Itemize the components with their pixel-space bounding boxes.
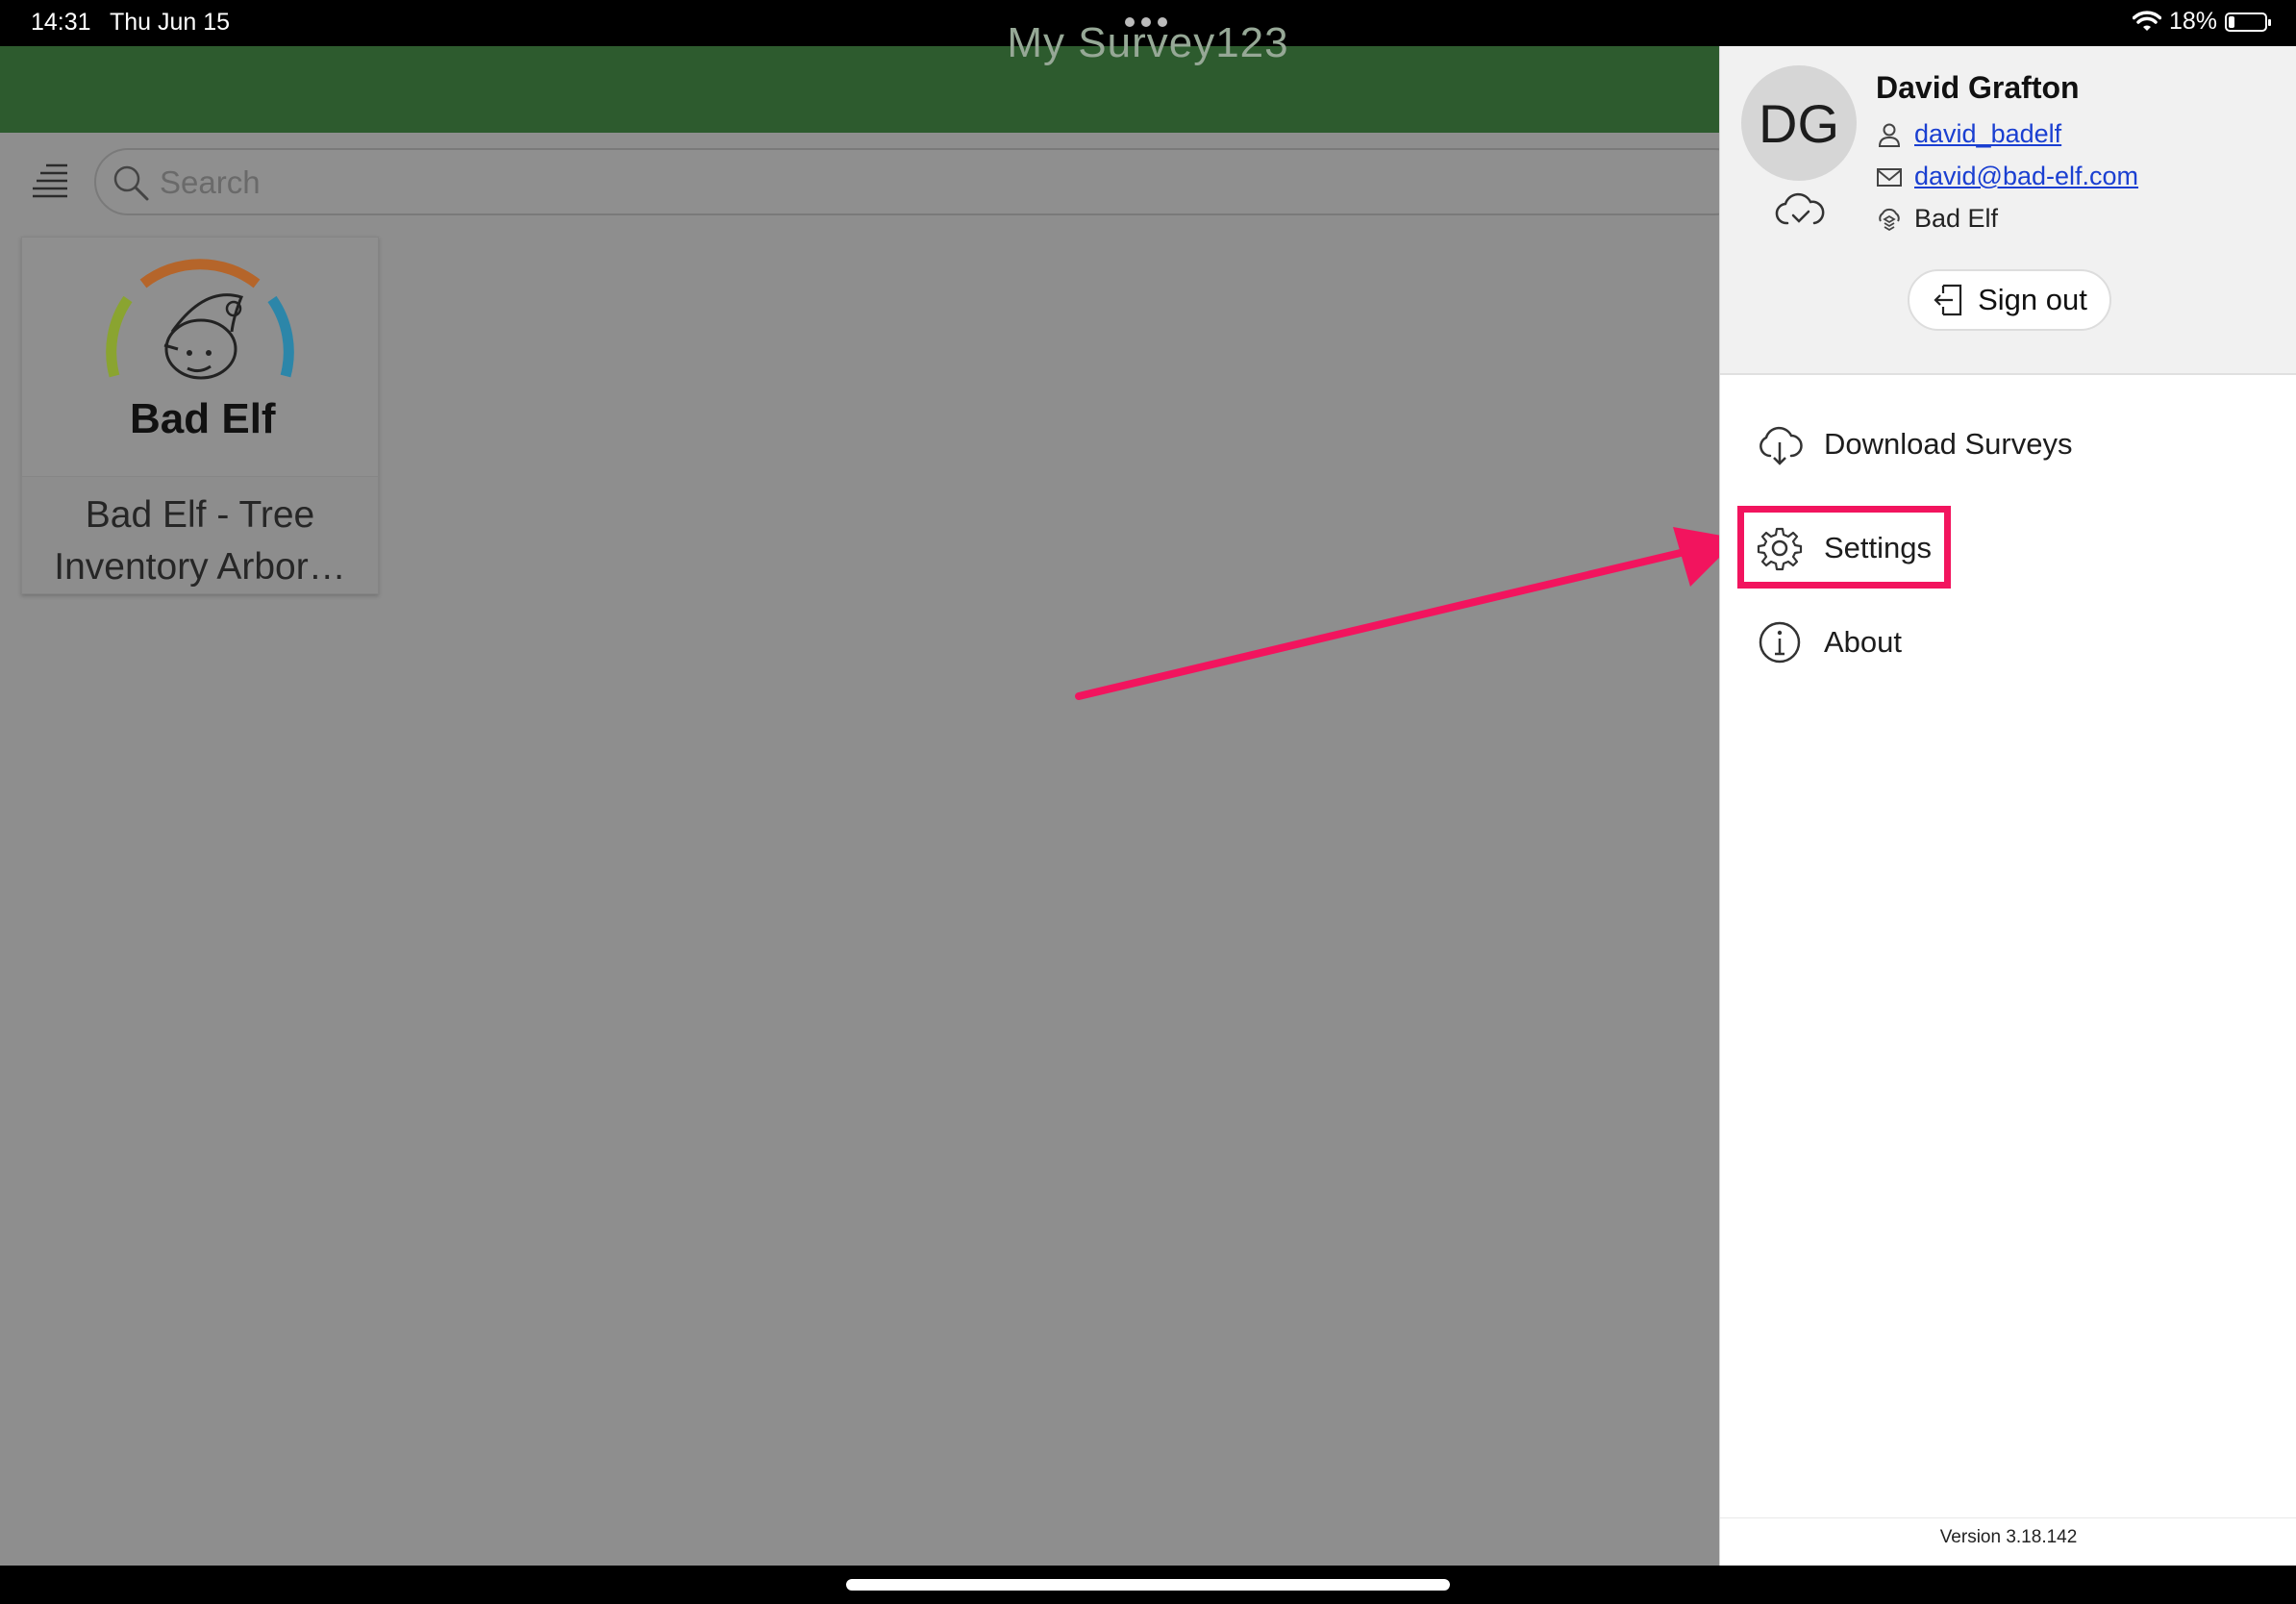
bad-elf-logo-icon [106, 259, 294, 380]
mail-icon [1877, 167, 1902, 187]
avatar[interactable]: DG [1741, 65, 1857, 181]
organization-icon [1879, 208, 1900, 231]
email-link[interactable]: david@bad-elf.com [1914, 162, 2138, 191]
survey-title-line1: Bad Elf - Tree [85, 494, 315, 536]
profile-section: DG David Grafton david_badelf david@bad-… [1720, 46, 2296, 375]
search-input[interactable]: Search [94, 148, 1748, 215]
version-label: Version 3.18.142 [1720, 1517, 2296, 1566]
username-row: david_badelf [1876, 119, 2061, 149]
sign-out-label: Sign out [1978, 283, 2087, 316]
info-icon [1759, 621, 1801, 664]
menu-download-surveys[interactable]: Download Surveys [1757, 421, 2072, 467]
logo-wordmark: Bad Elf [130, 395, 276, 442]
menu-about[interactable]: About [1757, 619, 1902, 665]
sign-out-icon [1934, 284, 1962, 316]
cloud-download-icon [1759, 426, 1803, 465]
organization-row: Bad Elf [1876, 204, 1998, 234]
sort-menu-icon[interactable] [29, 160, 71, 202]
survey-card[interactable]: Bad Elf Bad Elf - Tree Inventory Arbor… [21, 237, 379, 594]
organization-name: Bad Elf [1914, 204, 1999, 233]
settings-highlight-box [1737, 506, 1951, 589]
user-name: David Grafton [1876, 70, 2080, 105]
menu-download-label: Download Surveys [1824, 427, 2073, 461]
menu-about-label: About [1824, 625, 1903, 659]
sign-out-button[interactable]: Sign out [1908, 269, 2111, 331]
survey-title-line2: Inventory Arbor… [54, 546, 346, 588]
search-placeholder: Search [160, 164, 261, 200]
survey-thumbnail: Bad Elf [22, 238, 378, 477]
account-drawer: DG David Grafton david_badelf david@bad-… [1719, 46, 2296, 1566]
survey-gallery: Search Bad Elf Bad Elf - Tree Inventory … [0, 46, 1748, 1566]
search-icon [113, 165, 149, 201]
cloud-check-icon [1775, 192, 1825, 225]
email-row: david@bad-elf.com [1876, 162, 2138, 191]
user-icon [1878, 123, 1901, 147]
survey-title: Bad Elf - Tree Inventory Arbor… [22, 489, 378, 593]
home-indicator[interactable] [846, 1579, 1450, 1591]
username-link[interactable]: david_badelf [1914, 119, 2061, 149]
